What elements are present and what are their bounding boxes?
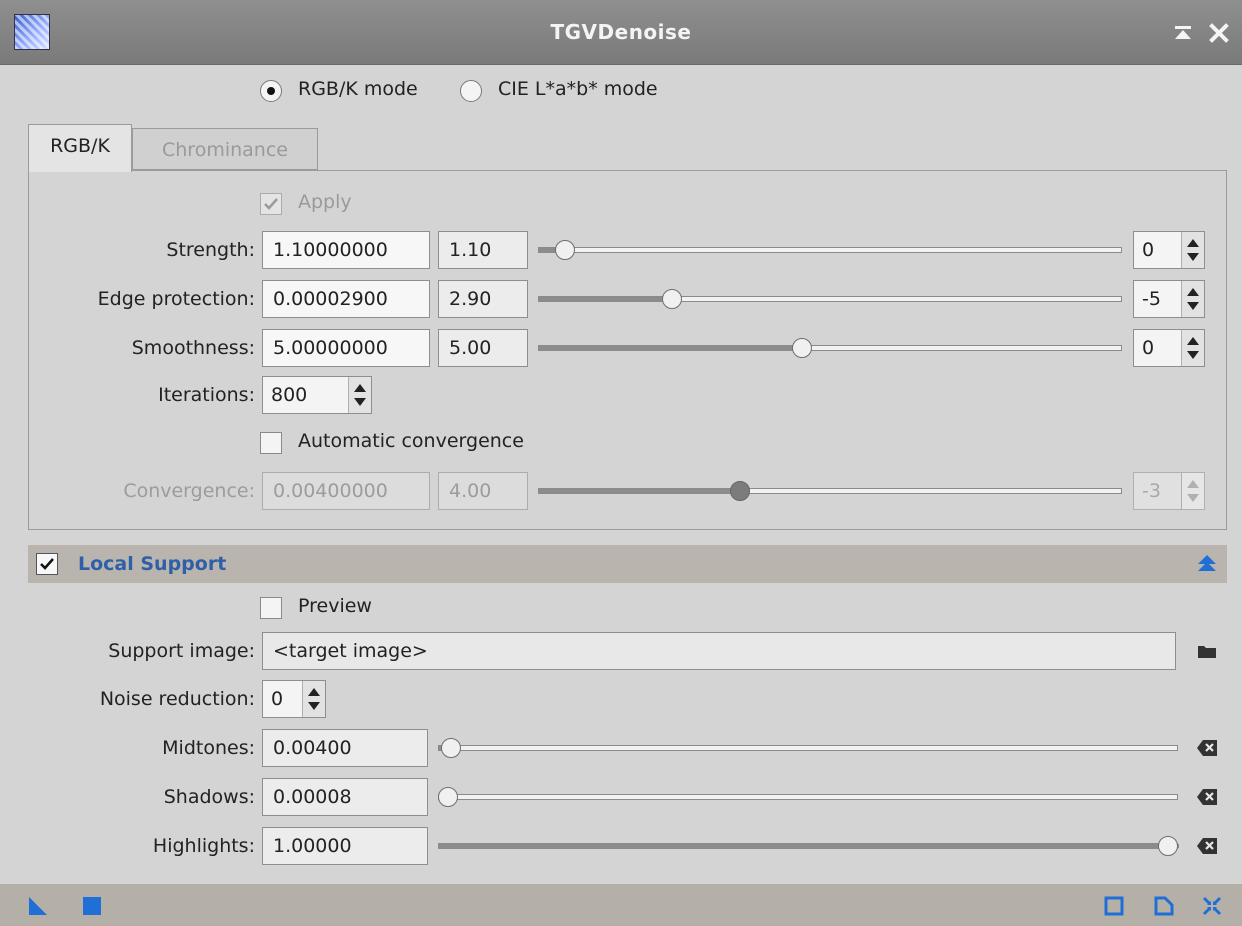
tab-rgbk[interactable]: RGB/K — [28, 124, 132, 172]
slider-thumb[interactable] — [730, 481, 750, 501]
apply-label: Apply — [298, 191, 352, 213]
edge-protection-exponent-value: -5 — [1142, 288, 1161, 310]
slider-track[interactable] — [538, 296, 1122, 302]
slider-fill — [539, 297, 667, 301]
midtones-clear-icon[interactable] — [1196, 739, 1218, 757]
slider-thumb[interactable] — [662, 289, 682, 309]
slider-fill — [539, 346, 802, 350]
cielab-mode-label: CIE L*a*b* mode — [498, 78, 658, 100]
slider-track[interactable] — [438, 843, 1179, 849]
automatic-convergence-label: Automatic convergence — [298, 430, 524, 452]
browse-documentation-icon[interactable] — [1104, 896, 1124, 916]
support-image-label: Support image: — [108, 640, 255, 662]
rgbk-mode-label: RGB/K mode — [298, 78, 418, 100]
highlights-field[interactable]: 1.00000 — [262, 827, 428, 865]
preview-checkbox[interactable] — [260, 597, 282, 619]
bottom-toolbar — [0, 884, 1242, 926]
spinner-arrows-icon[interactable] — [1181, 232, 1204, 268]
iterations-spinner[interactable]: 800 — [262, 376, 372, 414]
strength-mantissa-field[interactable]: 1.10 — [438, 231, 528, 269]
tab-chrominance[interactable]: Chrominance — [132, 128, 318, 170]
spinner-arrows-icon[interactable] — [1181, 281, 1204, 317]
convergence-value-field: 0.00400000 — [262, 472, 430, 510]
apply-checkbox[interactable] — [260, 193, 282, 215]
convergence-mantissa-field: 4.00 — [438, 472, 528, 510]
iterations-value: 800 — [271, 384, 308, 406]
rgbk-mode-radio[interactable] — [260, 80, 282, 102]
spinner-arrows-icon[interactable] — [1181, 330, 1204, 366]
cielab-mode-radio[interactable] — [460, 80, 482, 102]
midtones-field[interactable]: 0.00400 — [262, 729, 428, 767]
slider-track[interactable] — [538, 488, 1122, 494]
local-support-title: Local Support — [78, 553, 227, 575]
slider-thumb[interactable] — [1158, 836, 1178, 856]
smoothness-exponent-value: 0 — [1142, 337, 1155, 359]
iterations-label: Iterations: — [158, 384, 255, 406]
edge-protection-label: Edge protection: — [97, 288, 255, 310]
noise-reduction-spinner[interactable]: 0 — [262, 680, 326, 718]
convergence-exponent-spinner: -3 — [1133, 472, 1205, 510]
noise-reduction-label: Noise reduction: — [99, 688, 255, 710]
strength-exponent-spinner[interactable]: 0 — [1133, 231, 1205, 269]
spinner-arrows-icon[interactable] — [302, 681, 325, 717]
automatic-convergence-checkbox[interactable] — [260, 432, 282, 454]
shade-icon[interactable] — [1170, 20, 1196, 46]
slider-thumb[interactable] — [792, 338, 812, 358]
close-icon[interactable] — [1206, 20, 1232, 46]
highlights-label: Highlights: — [152, 835, 255, 857]
shadows-clear-icon[interactable] — [1196, 788, 1218, 806]
shadows-field[interactable]: 0.00008 — [262, 778, 428, 816]
noise-reduction-value: 0 — [271, 688, 284, 710]
edge-protection-value-field[interactable]: 0.00002900 — [262, 280, 430, 318]
strength-value-field[interactable]: 1.10000000 — [262, 231, 430, 269]
window-title: TGVDenoise — [550, 20, 692, 44]
collapse-icon[interactable] — [1196, 554, 1218, 574]
shadows-label: Shadows: — [163, 786, 255, 808]
support-image-field[interactable]: <target image> — [262, 632, 1176, 670]
slider-track[interactable] — [438, 794, 1178, 800]
smoothness-mantissa-field[interactable]: 5.00 — [438, 329, 528, 367]
slider-fill — [439, 844, 1179, 848]
folder-icon[interactable] — [1196, 642, 1218, 660]
smoothness-label: Smoothness: — [131, 337, 255, 359]
convergence-label: Convergence: — [123, 480, 255, 502]
strength-label: Strength: — [166, 239, 255, 261]
slider-thumb[interactable] — [555, 240, 575, 260]
slider-thumb[interactable] — [441, 738, 461, 758]
spinner-arrows-icon — [1181, 473, 1204, 509]
slider-thumb[interactable] — [438, 787, 458, 807]
midtones-label: Midtones: — [162, 737, 255, 759]
slider-fill — [539, 489, 738, 493]
smoothness-exponent-spinner[interactable]: 0 — [1133, 329, 1205, 367]
reset-icon[interactable] — [1154, 896, 1174, 916]
apply-global-icon[interactable] — [82, 896, 102, 916]
spinner-arrows-icon[interactable] — [348, 377, 371, 413]
local-support-checkbox-icon[interactable] — [36, 553, 58, 575]
slider-track[interactable] — [538, 247, 1122, 253]
highlights-clear-icon[interactable] — [1196, 837, 1218, 855]
convergence-exponent-value: -3 — [1142, 480, 1161, 502]
new-instance-icon[interactable] — [28, 896, 48, 916]
smoothness-value-field[interactable]: 5.00000000 — [262, 329, 430, 367]
slider-track[interactable] — [538, 345, 1122, 351]
edge-protection-exponent-spinner[interactable]: -5 — [1133, 280, 1205, 318]
preview-label: Preview — [298, 595, 372, 617]
edge-protection-mantissa-field[interactable]: 2.90 — [438, 280, 528, 318]
strength-exponent-value: 0 — [1142, 239, 1155, 261]
slider-track[interactable] — [438, 745, 1178, 751]
preview-icon[interactable] — [1202, 896, 1222, 916]
